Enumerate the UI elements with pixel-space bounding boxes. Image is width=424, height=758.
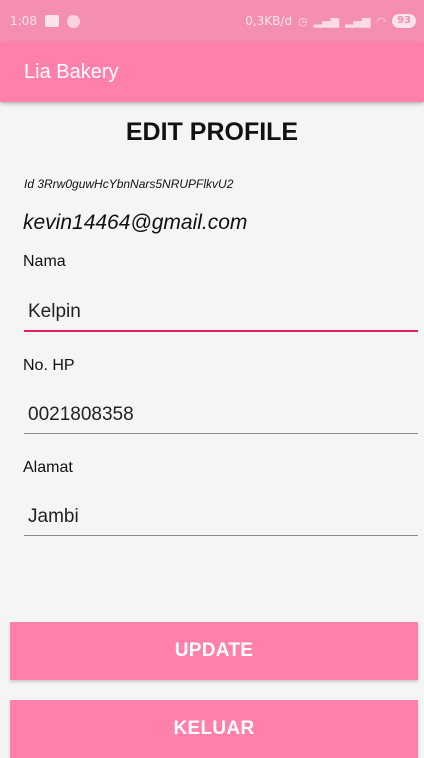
battery-icon: 93 (392, 14, 416, 28)
user-id-text: Id 3Rrw0guwHcYbnNars5NRUPFlkvU2 (24, 177, 234, 191)
signal-icon: ▂▄▆ (313, 14, 340, 28)
signal-icon-2: ▂▄▆ (345, 14, 371, 28)
name-label: Nama (23, 253, 66, 270)
phone-label: No. HP (23, 357, 75, 374)
status-right: 0,3KB/d ◷ ▂▄▆ ▂▄▆ ◠ 93 (245, 14, 416, 28)
logout-button[interactable]: KELUAR (10, 700, 418, 758)
page-title: EDIT PROFILE (125, 118, 299, 146)
app-notification-icon (66, 14, 80, 28)
image-notification-icon (44, 15, 59, 27)
app-bar: Lia Bakery (0, 42, 424, 102)
app-title: Lia Bakery (24, 60, 119, 83)
address-label: Alamat (23, 459, 73, 476)
user-email-text: kevin14464@gmail.com (23, 211, 248, 234)
status-left: 1:08 (10, 14, 80, 28)
alarm-icon: ◷ (298, 14, 308, 28)
network-speed: 0,3KB/d (245, 14, 293, 28)
phone-input[interactable] (24, 400, 418, 434)
name-input[interactable] (24, 298, 418, 332)
update-button[interactable]: UPDATE (10, 622, 418, 680)
status-time: 1:08 (10, 14, 37, 28)
address-input[interactable] (24, 502, 418, 536)
status-bar: 1:08 0,3KB/d ◷ ▂▄▆ ▂▄▆ ◠ 93 (0, 0, 424, 42)
wifi-icon: ◠ (376, 14, 387, 28)
